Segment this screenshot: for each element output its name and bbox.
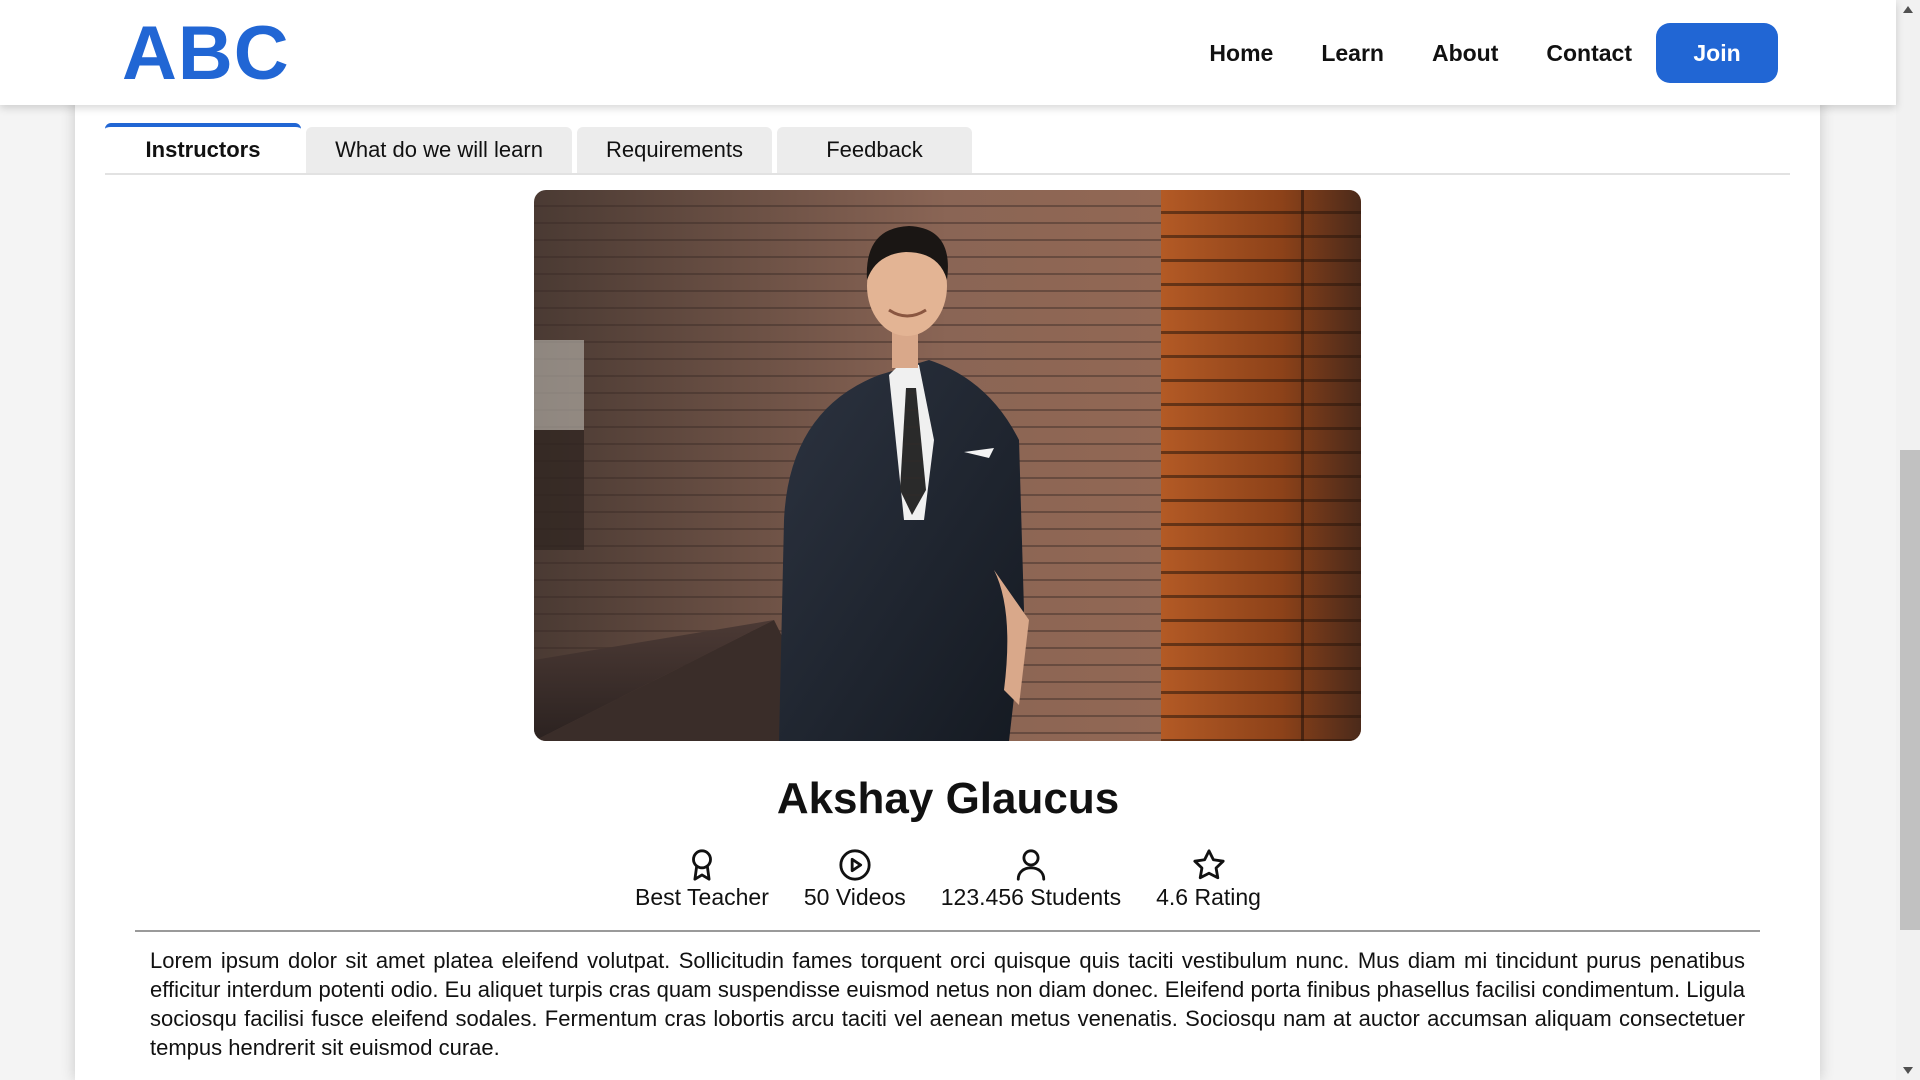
tab-divider xyxy=(105,173,1790,175)
user-icon xyxy=(1016,849,1046,881)
nav-home-link[interactable]: Home xyxy=(1209,40,1273,67)
scroll-down-icon[interactable] xyxy=(1903,1067,1913,1074)
section-divider xyxy=(135,930,1760,932)
play-circle-icon xyxy=(839,849,871,881)
course-tabs: Instructors What do we will learn Requir… xyxy=(105,123,972,173)
instructor-bio: Lorem ipsum dolor sit amet platea eleife… xyxy=(150,948,1745,1060)
stat-label: 123.456 Students xyxy=(940,884,1122,910)
stat-students: 123.456 Students xyxy=(941,848,1121,911)
page-scrollbar[interactable] xyxy=(1896,0,1920,1080)
scroll-up-icon[interactable] xyxy=(1903,6,1913,13)
nav-contact-link[interactable]: Contact xyxy=(1546,40,1632,67)
top-navbar: ABC Home Learn About Contact Join xyxy=(0,0,1896,105)
stat-label: 50 Videos xyxy=(803,884,906,910)
nav-learn-link[interactable]: Learn xyxy=(1321,40,1384,67)
brand-logo[interactable]: ABC xyxy=(122,10,290,97)
stat-rating: 4.6 Rating xyxy=(1156,848,1261,911)
star-icon xyxy=(1192,849,1225,880)
stat-videos: 50 Videos xyxy=(804,848,906,911)
tab-instructors[interactable]: Instructors xyxy=(105,123,301,173)
scroll-thumb[interactable] xyxy=(1900,450,1920,930)
stat-label: Best Teacher xyxy=(635,884,769,910)
stat-label: 4.6 Rating xyxy=(1156,884,1261,910)
instructor-stats: Best Teacher 50 Videos 123.456 Students … xyxy=(0,848,1896,911)
instructor-photo xyxy=(534,190,1361,741)
tab-requirements[interactable]: Requirements xyxy=(577,127,772,173)
tab-feedback[interactable]: Feedback xyxy=(777,127,972,173)
stat-best-teacher: Best Teacher xyxy=(635,848,769,911)
tab-what-we-will-learn[interactable]: What do we will learn xyxy=(306,127,572,173)
join-button[interactable]: Join xyxy=(1656,23,1778,83)
nav-about-link[interactable]: About xyxy=(1432,40,1498,67)
instructor-name: Akshay Glaucus xyxy=(776,774,1120,823)
main-nav: Home Learn About Contact Join xyxy=(1209,23,1778,83)
award-icon xyxy=(692,849,712,881)
